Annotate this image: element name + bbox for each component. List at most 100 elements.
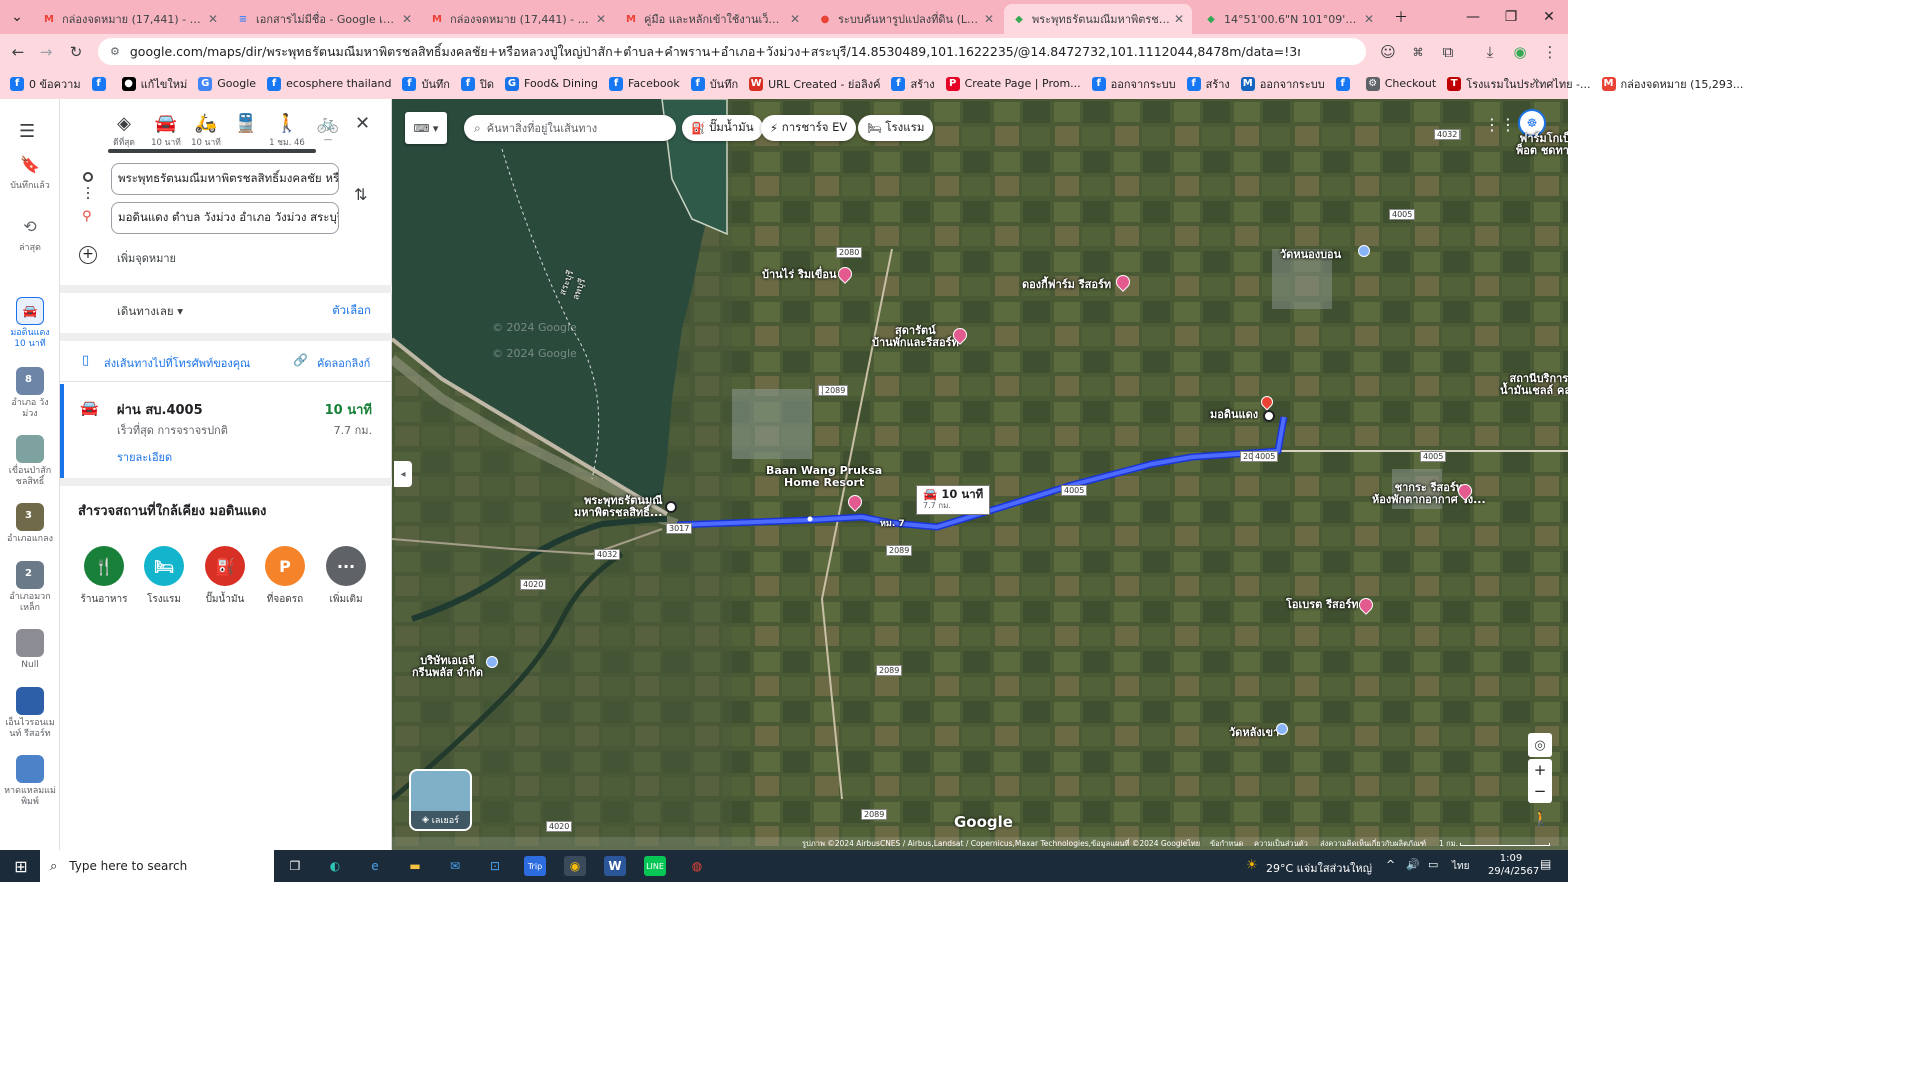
extensions-puzzle-icon[interactable]: ⧉ [1438, 42, 1458, 62]
bookmark-item[interactable]: G Google [198, 76, 256, 91]
chrome-app-icon[interactable]: ◍ [686, 856, 708, 876]
add-destination-icon[interactable]: + [79, 246, 97, 264]
tab-search-icon[interactable]: ⌄ [0, 0, 34, 34]
map-canvas[interactable]: ⌨ ▾ ⌕ ค้นหาสิ่งที่อยู่ในเส้นทาง ⛽ ปั๊มน้… [392, 99, 1568, 850]
send-to-phone-button[interactable]: ส่งเส้นทางไปที่โทรศัพท์ของคุณ [104, 354, 250, 372]
map-place-label[interactable]: ฟาร์มโกเบ็ต พ็อต ชดทาระ [1516, 133, 1568, 157]
nearby-category-button[interactable]: 🛏 โรงแรม [138, 546, 190, 607]
map-place-label[interactable]: สถานีบริการ น้ำมันเชลล์ คลอ [1500, 373, 1568, 397]
bookmark-item[interactable]: f บันทึก [690, 75, 738, 93]
bookmark-item[interactable]: ● แก้ไขใหม่ [121, 75, 187, 93]
bookmark-item[interactable]: M กล่องจดหมาย (15,293... [1601, 75, 1743, 93]
travel-mode-tab[interactable]: 🚶 1 ชม. 46 [267, 113, 307, 149]
trip-icon[interactable]: Trip [524, 856, 546, 876]
bookmark-item[interactable]: f ปิด [460, 75, 494, 93]
mail-icon[interactable]: ✉ [444, 856, 466, 876]
file-explorer-icon[interactable]: ▬ [404, 856, 426, 876]
network-icon[interactable]: ▭ [1428, 858, 1438, 871]
chip-ev-charging[interactable]: ⚡ การชาร์จ EV [761, 115, 857, 141]
travel-mode-tab[interactable]: 🚘 10 นาที [146, 113, 186, 149]
temple-icon[interactable] [1358, 245, 1370, 257]
browser-tab[interactable]: M กล่องจดหมาย (17,441) - tourand ✕ [34, 4, 226, 34]
close-tab-icon[interactable]: ✕ [208, 12, 218, 26]
rail-item[interactable]: Null [4, 629, 56, 671]
back-icon[interactable]: ← [8, 42, 28, 62]
zoom-in-icon[interactable]: + [1528, 759, 1552, 781]
route-details-link[interactable]: รายละเอียด [117, 448, 172, 466]
bookmark-item[interactable]: f [91, 76, 111, 91]
route-card[interactable]: 🚘 ผ่าน สบ.4005 10 นาที เร็วที่สุด การจรา… [60, 384, 392, 478]
nearby-category-button[interactable]: ⛽ ปั๊มน้ำมัน [199, 546, 251, 607]
rail-item[interactable]: เขื่อนป่าสักชลสิทธิ์ [4, 435, 56, 488]
address-bar[interactable]: ⚙ google.com/maps/dir/พระพุทธรัตนมณีมหาพ… [98, 38, 1366, 65]
close-directions-icon[interactable]: ✕ [355, 113, 370, 134]
travel-mode-tab[interactable]: ◈ ดีที่สุด [104, 113, 144, 149]
rail-item[interactable]: 🚘 มอดินแดง 10 นาที [4, 297, 56, 350]
rail-item[interactable]: 🔖 บันทึกแล้ว [4, 157, 56, 192]
rail-item[interactable]: เอ็นไวรอนเมนท์ รีสอร์ท [4, 687, 56, 740]
reload-icon[interactable]: ↻ [66, 42, 86, 62]
company-icon[interactable] [486, 656, 498, 668]
zoom-out-icon[interactable]: − [1528, 781, 1552, 803]
bookmark-item[interactable]: f 0 ข้อความ [10, 75, 81, 93]
rail-item[interactable]: 8 อำเภอ วังม่วง [4, 367, 56, 420]
along-route-search[interactable]: ⌕ ค้นหาสิ่งที่อยู่ในเส้นทาง [464, 115, 676, 141]
bookmark-item[interactable]: ⚙ Checkout [1365, 76, 1436, 91]
site-info-icon[interactable]: ⚙ [110, 45, 120, 58]
restore-icon[interactable]: ❐ [1492, 0, 1530, 34]
extension-icon[interactable]: ☺ [1378, 42, 1398, 62]
bookmark-item[interactable]: f Facebook [609, 76, 680, 91]
swap-icon[interactable]: ⇅ [354, 185, 367, 204]
bookmark-item[interactable]: f ออกจากระบบ [1091, 75, 1176, 93]
close-tab-icon[interactable]: ✕ [1174, 12, 1184, 26]
close-tab-icon[interactable]: ✕ [1364, 12, 1374, 26]
nearby-category-button[interactable]: ··· เพิ่มเติม [320, 546, 372, 607]
chip-gas-station[interactable]: ⛽ ปั๊มน้ำมัน [682, 115, 763, 141]
bookmark-item[interactable]: W URL Created - ย่อลิงค์ [749, 75, 880, 93]
rail-item[interactable]: หาดแหลมแม่พิมพ์ [4, 755, 56, 808]
ie-icon[interactable]: e [364, 856, 386, 876]
browser-tab[interactable]: M กล่องจดหมาย (17,441) - tourand ✕ [422, 4, 614, 34]
travel-mode-tab[interactable]: 🚆 [226, 113, 266, 135]
nearby-category-button[interactable]: 🍴 ร้านอาหาร [78, 546, 130, 607]
map-place-label[interactable]: โอเบรต รีสอร์ท [1286, 599, 1359, 611]
bookmark-item[interactable]: f ecosphere thailand [267, 76, 391, 91]
close-tab-icon[interactable]: ✕ [402, 12, 412, 26]
new-tab-button[interactable]: ＋ [1382, 0, 1420, 34]
origin-input[interactable]: พระพุทธรัตนมณีมหาพิตรชลสิทธิ์มงคลชัย หรื [111, 163, 339, 195]
close-tab-icon[interactable]: ✕ [790, 12, 800, 26]
map-place-label[interactable]: วัดหนองบอน [1280, 249, 1341, 261]
nearby-category-button[interactable]: P ที่จอดรถ [259, 546, 311, 607]
bookmark-item[interactable]: M ออกจากระบบ [1240, 75, 1325, 93]
word-icon[interactable]: W [604, 856, 626, 876]
add-destination-button[interactable]: เพิ่มจุดหมาย [117, 249, 176, 267]
minimize-icon[interactable]: — [1454, 0, 1492, 34]
notifications-icon[interactable]: ▤ [1540, 857, 1551, 871]
route-time-callout[interactable]: 🚘 10 นาที 7.7 กม. [916, 485, 991, 515]
travel-mode-tab[interactable]: 🚲 — [308, 113, 348, 145]
depart-now-dropdown[interactable]: เดินทางเลย ▾ [117, 303, 183, 321]
browser-menu-icon[interactable]: ⋮ [1540, 42, 1560, 62]
bookmark-item[interactable]: G Food& Dining [505, 76, 598, 91]
chip-hotel[interactable]: 🛏 โรงแรม [858, 115, 934, 141]
options-button[interactable]: ตัวเลือก [332, 302, 371, 320]
keyboard-icon[interactable]: ⌨ ▾ [405, 112, 447, 144]
volume-icon[interactable]: 🔊 [1406, 858, 1420, 871]
map-place-label[interactable]: บ้านไร่ ริมเขื่อน [762, 269, 837, 281]
task-view-icon[interactable]: ❒ [284, 856, 306, 876]
browser-tab[interactable]: ≡ เอกสารไม่มีชื่อ - Google เอกสาร ✕ [228, 4, 420, 34]
bookmark-item[interactable]: P Create Page | Prom... [945, 76, 1081, 91]
map-place-label[interactable]: สุดารัตน์ บ้านพักและรีสอร์ท [872, 325, 959, 349]
bookmark-item[interactable]: f สร้าง [1186, 75, 1230, 93]
layers-button[interactable]: ◈ เลเยอร์ [409, 769, 472, 831]
chrome-icon[interactable]: ◉ [564, 856, 586, 876]
collapse-panel-button[interactable]: ◂ [394, 461, 412, 487]
browser-tab[interactable]: M คู่มือ และหลักเข้าใช้งานเว็บไซต์ - tou ✕ [616, 4, 808, 34]
my-location-icon[interactable]: ◎ [1528, 733, 1552, 757]
travel-mode-tab[interactable]: 🛵 10 นาที [186, 113, 226, 149]
browser-tab[interactable]: ● ระบบค้นหารูปแปลงที่ดิน (LandsMap ✕ [810, 4, 1002, 34]
browser-tab[interactable]: ◆ พระพุทธรัตนมณีมหาพิตรชลสิทธิ์ ✕ [1004, 4, 1192, 34]
profile-icon[interactable]: ◉ [1510, 42, 1530, 62]
map-place-label[interactable]: วัดหลังเขา [1229, 727, 1279, 739]
taskbar-search-box[interactable]: ⌕ Type here to search [40, 850, 274, 882]
